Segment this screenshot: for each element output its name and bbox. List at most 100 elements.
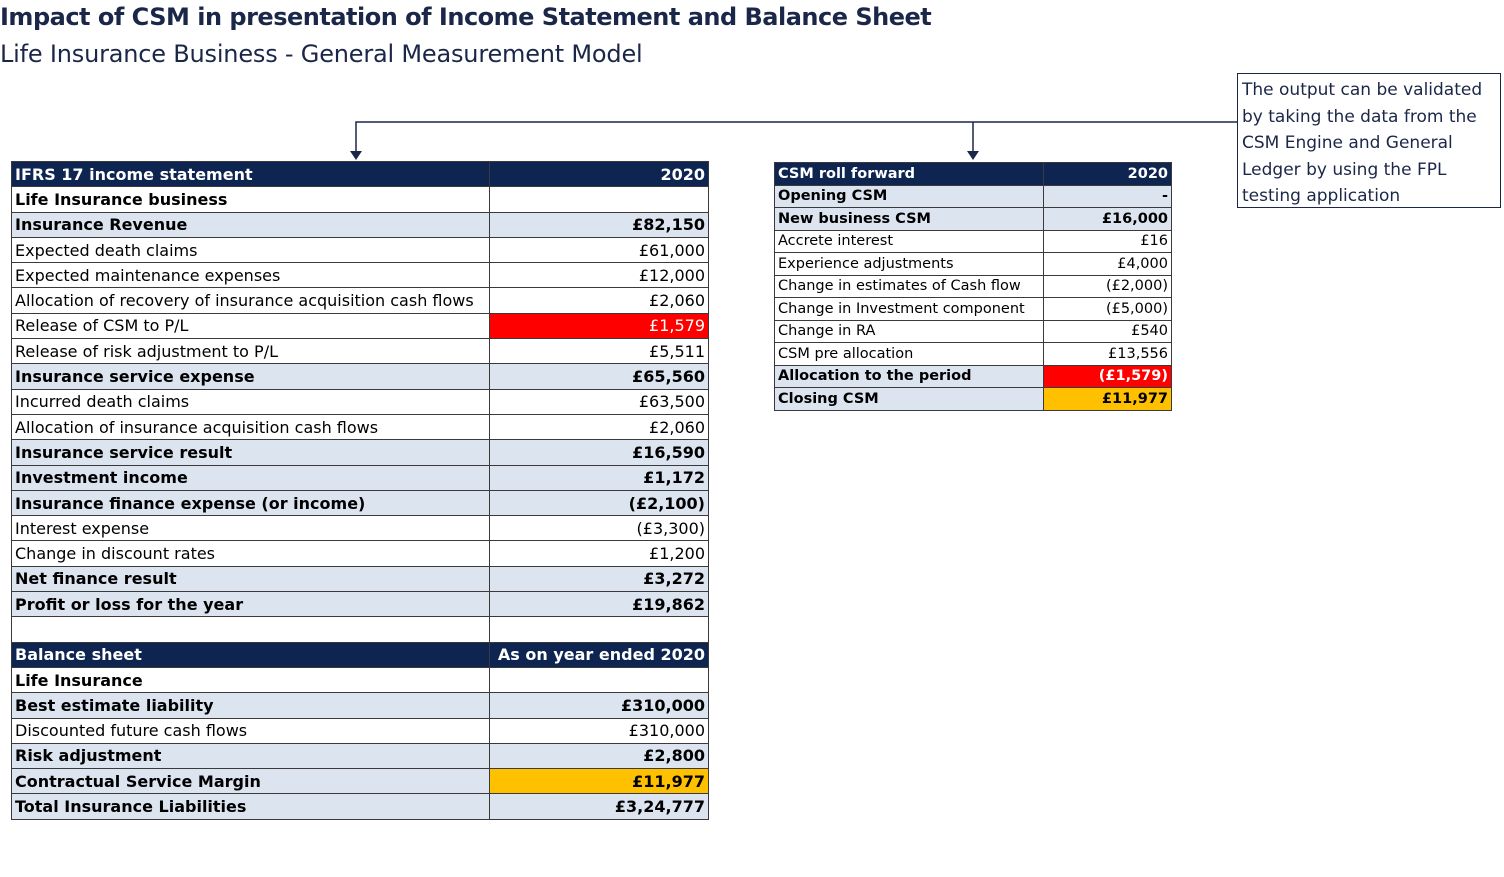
csm-roll-forward-row: Opening CSM - xyxy=(774,184,1173,208)
balance-sheet-row-label: Contractual Service Margin xyxy=(11,768,490,795)
income-statement-row-value: (£2,100) xyxy=(488,489,710,517)
csm-roll-forward-row: Experience adjustments £4,000 xyxy=(774,252,1173,276)
balance-sheet-row: Discounted future cash flows £310,000 xyxy=(11,717,710,744)
income-statement-row-value: £12,000 xyxy=(488,262,710,289)
income-statement-row-label: Life Insurance business xyxy=(11,186,490,213)
income-statement-row: Incurred death claims £63,500 xyxy=(11,388,710,415)
income-statement-row-label: Incurred death claims xyxy=(11,388,490,415)
balance-sheet-row-label: Risk adjustment xyxy=(11,742,490,770)
income-statement-row: Allocation of insurance acquisition cash… xyxy=(11,413,710,441)
balance-sheet-header-row: Balance sheet As on year ended 2020 xyxy=(11,641,710,668)
income-statement-row: Net finance result £3,272 xyxy=(11,565,710,593)
csm-roll-forward-row: Closing CSM £11,977 xyxy=(774,387,1173,411)
csm-roll-forward-row-value: - xyxy=(1042,184,1173,208)
csm-roll-forward-header-row: CSM roll forward 2020 xyxy=(774,162,1173,186)
csm-roll-forward-row: CSM pre allocation £13,556 xyxy=(774,342,1173,366)
csm-roll-forward-row: Accrete interest £16 xyxy=(774,229,1173,253)
income-statement-row: Release of risk adjustment to P/L £5,511 xyxy=(11,338,710,365)
csm-roll-forward-table: CSM roll forward 2020 Opening CSM - New busi… xyxy=(774,162,1173,411)
csm-roll-forward-row: Change in Investment component (£5,000) xyxy=(774,297,1173,321)
income-statement-row-value: £63,500 xyxy=(488,388,710,415)
csm-roll-forward-row-value: £16 xyxy=(1042,229,1173,253)
income-statement-row-value: £82,150 xyxy=(488,211,710,238)
balance-sheet-row-value xyxy=(488,666,710,694)
income-statement-row: Insurance finance expense (or income) (£2… xyxy=(11,489,710,517)
income-statement-row-value: £2,060 xyxy=(488,287,710,314)
csm-roll-forward-row-value: £540 xyxy=(1042,319,1173,343)
income-statement-row-value: £65,560 xyxy=(488,363,710,390)
income-statement-row-label: Expected maintenance expenses xyxy=(11,262,490,289)
income-statement-header-label: IFRS 17 income statement xyxy=(11,160,490,188)
balance-sheet-row: Total Insurance Liabilities £3,24,777 xyxy=(11,793,710,820)
balance-sheet-row-label: Best estimate liability xyxy=(11,692,490,719)
income-statement-row-value: £1,579 xyxy=(488,312,710,340)
csm-roll-forward-row-label: Closing CSM xyxy=(774,387,1044,411)
connector-line xyxy=(355,121,1237,152)
income-statement-table: IFRS 17 income statement 2020 Life Insuran… xyxy=(11,160,710,820)
csm-roll-forward-row-value: (£1,579) xyxy=(1042,364,1173,388)
balance-sheet-row-label: Total Insurance Liabilities xyxy=(11,793,490,820)
income-statement-row-value: £61,000 xyxy=(488,236,710,264)
income-statement-row: Release of CSM to P/L £1,579 xyxy=(11,312,710,340)
csm-roll-forward-row-label: Opening CSM xyxy=(774,184,1044,208)
income-statement-row-label: Change in discount rates xyxy=(11,540,490,567)
arrow-head-income xyxy=(350,151,362,160)
csm-roll-forward-row: Change in estimates of Cash flow (£2,000) xyxy=(774,274,1173,298)
income-statement-row-value: £2,060 xyxy=(488,413,710,441)
income-statement-row-label: Interest expense xyxy=(11,515,490,542)
balance-sheet-row: Contractual Service Margin £11,977 xyxy=(11,768,710,795)
balance-sheet-row-value: £3,24,777 xyxy=(488,793,710,820)
income-statement-row: Change in discount rates £1,200 xyxy=(11,540,710,567)
balance-sheet-row-value: £310,000 xyxy=(488,717,710,744)
income-statement-header-row: IFRS 17 income statement 2020 xyxy=(11,160,710,188)
csm-roll-forward-row-label: Change in RA xyxy=(774,319,1044,343)
income-statement-row: Interest expense (£3,300) xyxy=(11,515,710,542)
income-statement-row-value: £16,590 xyxy=(488,439,710,466)
income-statement-row-label: Insurance service result xyxy=(11,439,490,466)
balance-sheet-row-value: £2,800 xyxy=(488,742,710,770)
arrow-head-csm xyxy=(967,151,979,160)
csm-roll-forward-row-value: £4,000 xyxy=(1042,252,1173,276)
csm-roll-forward-row: New business CSM £16,000 xyxy=(774,207,1173,231)
balance-sheet-row: Life Insurance xyxy=(11,666,710,694)
income-statement-row-label: Expected death claims xyxy=(11,236,490,264)
income-statement-row: Allocation of recovery of insurance acqu… xyxy=(11,287,710,314)
csm-roll-forward-row-value: £11,977 xyxy=(1042,387,1173,411)
income-statement-row-label: Allocation of insurance acquisition cash… xyxy=(11,413,490,441)
validation-note: The output can be validated by taking th… xyxy=(1237,73,1501,208)
income-statement-row-value: (£3,300) xyxy=(488,515,710,542)
income-statement-row-value: £1,200 xyxy=(488,540,710,567)
income-statement-row-label: Net finance result xyxy=(11,565,490,593)
income-statement-row: Insurance service result £16,590 xyxy=(11,439,710,466)
income-statement-row: Investment income £1,172 xyxy=(11,464,710,491)
income-statement-row-value: £1,172 xyxy=(488,464,710,491)
csm-roll-forward-row-value: (£2,000) xyxy=(1042,274,1173,298)
balance-sheet-row: Risk adjustment £2,800 xyxy=(11,742,710,770)
income-statement-row-value xyxy=(488,186,710,213)
csm-roll-forward-row-value: £16,000 xyxy=(1042,207,1173,231)
csm-roll-forward-row: Allocation to the period (£1,579) xyxy=(774,364,1173,388)
csm-roll-forward-row-label: Allocation to the period xyxy=(774,364,1044,388)
csm-roll-forward-row-label: Change in estimates of Cash flow xyxy=(774,274,1044,298)
income-statement-row: Insurance Revenue £82,150 xyxy=(11,211,710,238)
income-statement-row xyxy=(11,616,710,643)
balance-sheet-row-label: Discounted future cash flows xyxy=(11,717,490,744)
income-statement-row: Expected maintenance expenses £12,000 xyxy=(11,262,710,289)
csm-roll-forward-row-value: £13,556 xyxy=(1042,342,1173,366)
csm-roll-forward-header-label: CSM roll forward xyxy=(774,162,1044,186)
income-statement-row-value: £19,862 xyxy=(488,591,710,618)
balance-sheet-header-value: As on year ended 2020 xyxy=(488,641,710,668)
income-statement-row-label: Investment income xyxy=(11,464,490,491)
income-statement-row-label: Insurance Revenue xyxy=(11,211,490,238)
balance-sheet-row-value: £310,000 xyxy=(488,692,710,719)
csm-roll-forward-row: Change in RA £540 xyxy=(774,319,1173,343)
income-statement-header-value: 2020 xyxy=(488,160,710,188)
balance-sheet-row-value: £11,977 xyxy=(488,768,710,795)
csm-roll-forward-header-value: 2020 xyxy=(1042,162,1173,186)
csm-roll-forward-row-label: Experience adjustments xyxy=(774,252,1044,276)
income-statement-row: Life Insurance business xyxy=(11,186,710,213)
income-statement-row-label: Allocation of recovery of insurance acqu… xyxy=(11,287,490,314)
csm-roll-forward-row-value: (£5,000) xyxy=(1042,297,1173,321)
income-statement-row-label xyxy=(11,616,490,643)
income-statement-row: Expected death claims £61,000 xyxy=(11,236,710,264)
